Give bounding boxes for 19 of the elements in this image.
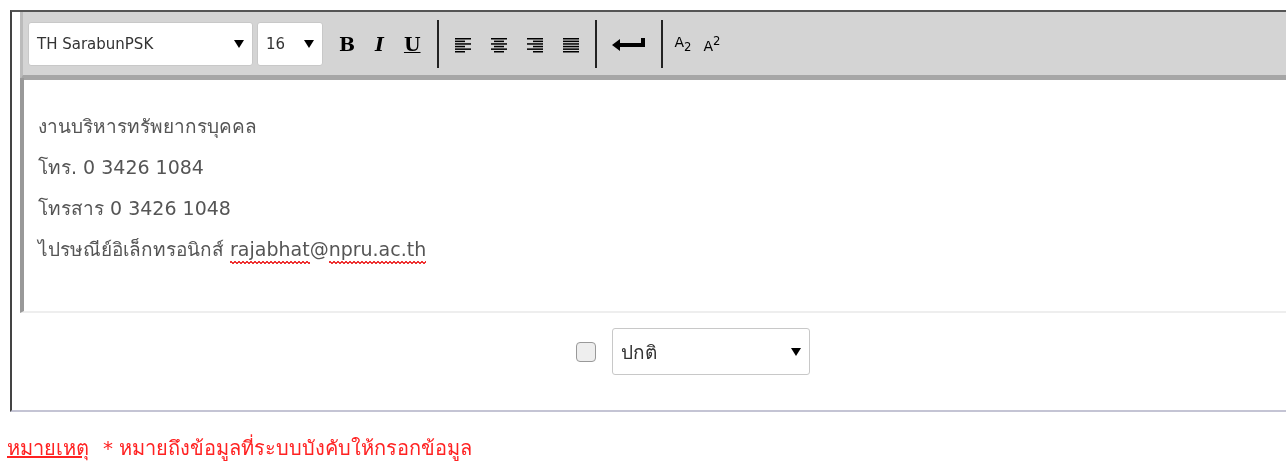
script-button[interactable]: A$_{2}$ [670, 23, 696, 64]
editor-text-line: งานบริหารทรัพยากรบุคคล [38, 114, 257, 140]
format-button[interactable]: I [367, 23, 392, 64]
script-button[interactable]: A$^{2}$ [699, 23, 725, 64]
note-text: * หมายถึงข้อมูลที่ระบบบังคับให้กรอกข้อมูล [103, 433, 473, 463]
text-editor[interactable]: งานบริหารทรัพยากรบุคคล โทร. 0 3426 1084 โทรสาร 0 3426 1048 ไปรษณีย์อิเล็กทรอนิกส์ rajabhat@npru.ac.th [20, 78, 1286, 313]
dropdown-arrow-icon [304, 39, 314, 48]
size-select[interactable]: 16 [257, 21, 323, 66]
note-label: หมายเหตุ [7, 435, 89, 463]
editor-text-line: โทร. 0 3426 1084 [38, 155, 204, 180]
font-select[interactable]: TH SarabunPSK [28, 21, 253, 66]
dropdown-arrow-icon [791, 347, 801, 356]
editor-text-line: ไปรษณีย์อิเล็กทรอนิกส์ rajabhat@npru.ac.th [38, 229, 427, 270]
format-button[interactable]: U [395, 23, 429, 64]
format-button[interactable]: B [331, 23, 364, 64]
checkbox[interactable] [576, 341, 596, 362]
dropdown-arrow-icon [234, 39, 244, 48]
status-select[interactable]: ปกติ [612, 328, 810, 375]
editor-text-line: โทรสาร 0 3426 1048 [38, 196, 231, 221]
